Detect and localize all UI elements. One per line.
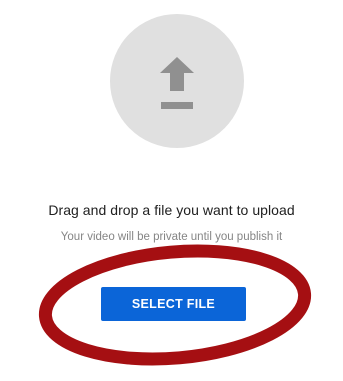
upload-subline: Your video will be private until you pub…: [60, 231, 283, 243]
select-file-button[interactable]: SELECT FILE: [101, 287, 246, 321]
upload-panel: Drag and drop a file you want to upload …: [0, 0, 343, 381]
upload-headline: Drag and drop a file you want to upload: [48, 202, 295, 218]
upload-drop-zone[interactable]: [110, 14, 244, 148]
upload-arrow-icon: [160, 57, 194, 109]
